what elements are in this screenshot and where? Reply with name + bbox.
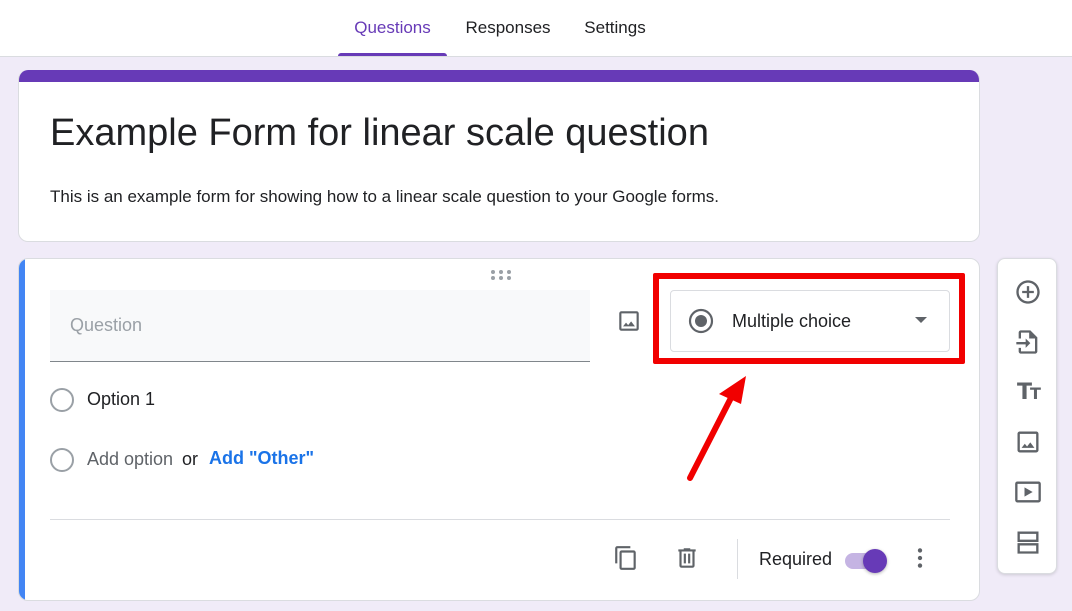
add-other-link[interactable]: Add "Other" (209, 448, 314, 469)
option-radio (50, 388, 74, 412)
top-tab-bar: Questions Responses Settings (0, 0, 1072, 57)
question-type-dropdown[interactable]: Multiple choice (670, 290, 950, 352)
question-type-label: Multiple choice (732, 311, 852, 331)
footer-separator (737, 539, 738, 579)
add-option-link[interactable]: Add option (87, 449, 173, 470)
caret-down-icon (915, 317, 927, 323)
add-section-button[interactable] (1012, 526, 1044, 558)
copy-icon (615, 546, 636, 570)
form-title-card: Example Form for linear scale question T… (18, 70, 980, 242)
more-vert-icon (917, 548, 923, 568)
add-title-button[interactable]: TT (1012, 376, 1044, 408)
more-options-button[interactable] (905, 543, 935, 573)
footer-divider (50, 519, 950, 520)
trash-icon (678, 548, 696, 568)
toggle-knob (863, 549, 887, 573)
add-circle-icon (1016, 280, 1040, 304)
radio-button-icon (688, 308, 714, 334)
title-card-accent (19, 70, 979, 82)
add-option-radio (50, 448, 74, 472)
tab-questions[interactable]: Questions (338, 0, 447, 56)
drag-dots-icon[interactable] (490, 269, 512, 281)
question-card: Multiple choice Option 1 Add option or A… (18, 258, 980, 601)
question-input[interactable] (50, 290, 590, 362)
add-question-button[interactable] (1012, 276, 1044, 308)
tab-settings[interactable]: Settings (572, 0, 658, 56)
add-image-button[interactable] (614, 306, 644, 336)
side-toolbar: TT (997, 258, 1057, 574)
delete-button[interactable] (672, 543, 702, 573)
import-questions-button[interactable] (1012, 326, 1044, 358)
add-video-button[interactable] (1012, 476, 1044, 508)
video-icon (1015, 481, 1041, 503)
image-icon (1017, 431, 1039, 453)
form-description[interactable]: This is an example form for showing how … (50, 187, 719, 207)
or-text: or (182, 449, 199, 469)
required-toggle[interactable] (843, 548, 889, 574)
form-title[interactable]: Example Form for linear scale question (50, 112, 709, 155)
add-image-side-button[interactable] (1012, 426, 1044, 458)
import-icon (1016, 330, 1038, 354)
image-icon (619, 311, 639, 331)
required-label: Required (759, 549, 833, 569)
duplicate-button[interactable] (611, 543, 641, 573)
section-icon (1017, 531, 1039, 554)
option-label[interactable]: Option 1 (87, 389, 155, 410)
title-text-icon: TT (1017, 379, 1041, 405)
question-focus-bar (19, 259, 25, 600)
tab-responses[interactable]: Responses (456, 0, 560, 56)
